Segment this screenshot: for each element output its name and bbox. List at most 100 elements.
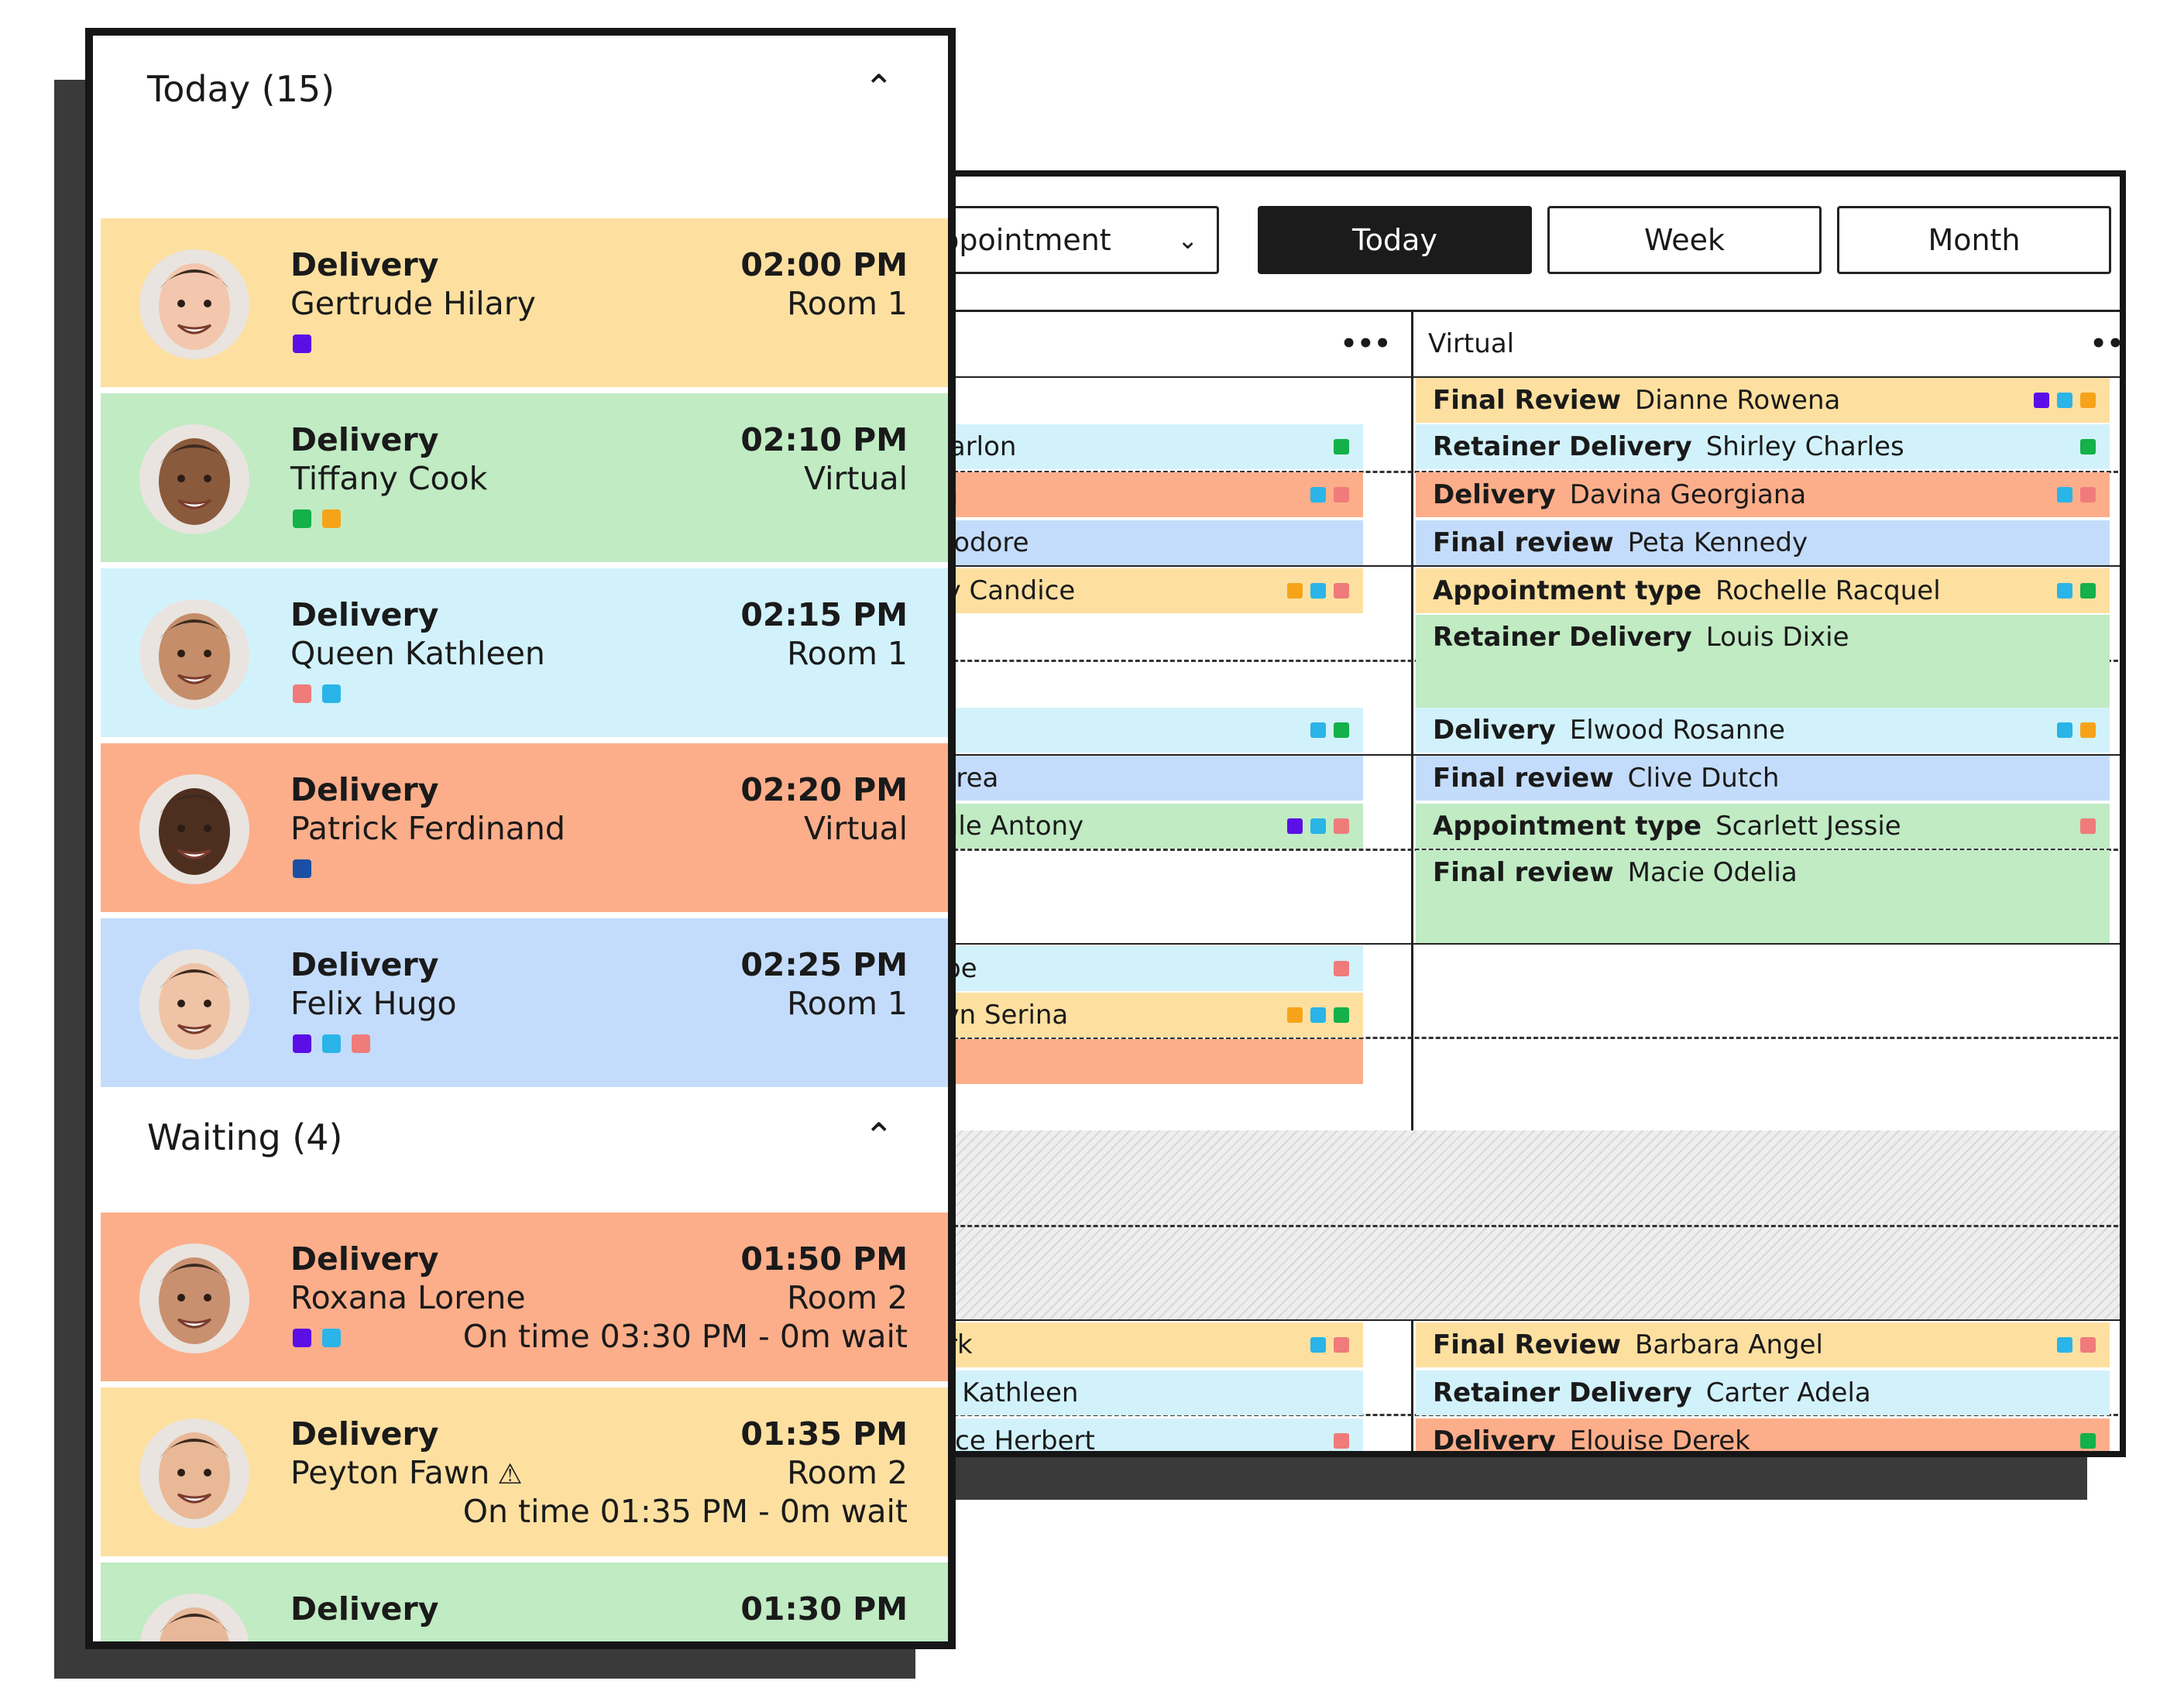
chevron-up-icon[interactable]: ⌃ [864,67,894,108]
avatar [139,1593,249,1641]
slot-line [905,1225,2120,1227]
event-client: Dianne Rowena [1635,385,1841,416]
client-name: Patrick Ferdinand [290,810,565,847]
appointment-time: 02:15 PM [740,596,908,633]
event-client: Macie Odelia [1627,857,1798,888]
event-type: Delivery [1433,715,1556,746]
calendar-event[interactable]: Clark [905,1322,1363,1367]
column-header-left: ••• [905,313,1408,375]
appointment-card[interactable]: Delivery 01:30 PM [101,1562,948,1641]
calendar-event[interactable]: een Kathleen [905,1370,1363,1415]
appointment-card[interactable]: Delivery Felix Hugo 02:25 PM Room 1 [101,918,948,1087]
appointment-card[interactable]: Delivery Patrick Ferdinand 02:20 PM Virtual [101,743,948,912]
calendar-event[interactable]: rren [905,472,1363,517]
event-client: Louis Dixie [1705,622,1849,653]
calendar-event[interactable]: s Marlon [905,424,1363,469]
calendar-event[interactable]: renice Herbert [905,1418,1363,1451]
calendar-event[interactable]: elville Antony [905,804,1363,849]
appointment-type: Delivery [290,1240,439,1278]
tag-dots [1310,487,1349,502]
appointment-time: 01:30 PM [740,1590,908,1628]
appointment-card[interactable]: Delivery Tiffany Cook 02:10 PM Virtual [101,393,948,562]
appointment-type: Delivery [290,421,439,458]
tag-dot-green [2080,439,2096,454]
tag-dot-green [2080,583,2096,599]
more-icon[interactable]: ••• [2090,313,2120,375]
month-button[interactable]: Month [1837,206,2111,274]
appointment-card[interactable]: Delivery Queen Kathleen 02:15 PM Room 1 [101,568,948,737]
column-title: Virtual [1428,328,1515,359]
calendar-event[interactable]: e [905,1039,1363,1084]
tag-dots [1334,1433,1349,1449]
calendar-event[interactable]: velyn Serina [905,993,1363,1038]
calendar-event[interactable]: Delivery Davina Georgiana [1416,472,2110,517]
calendar-event[interactable]: Delivery Elouise Derek [1416,1418,2110,1451]
appointment-time: 01:50 PM [740,1240,908,1278]
calendar-event[interactable]: Delivery Elwood Rosanne [1416,708,2110,753]
appointment-type: Delivery [290,246,439,283]
client-name: Peyton Fawn ⚠ [290,1454,523,1491]
chevron-up-icon[interactable]: ⌃ [864,1115,894,1157]
calendar-event[interactable]: Final review Peta Kennedy [1416,520,2110,565]
tag-dot-pink [1334,961,1349,976]
avatar [139,599,249,709]
event-type: Final Review [1433,385,1622,416]
avatar [139,1418,249,1528]
calendar-event[interactable]: Theodore [905,520,1363,565]
calendar-event[interactable]: Retainer Delivery Shirley Charles [1416,424,2110,469]
today-section-header[interactable]: Today (15) ⌃ [93,36,948,136]
tag-dot-pink [1334,487,1349,502]
tag-dot-pink [1334,818,1349,834]
column-header-virtual: Virtual ••• [1428,313,2120,375]
appointment-card[interactable]: Delivery Gertrude Hilary 02:00 PM Room 1 [101,218,948,387]
calendar-event[interactable]: Retainer Delivery Carter Adela [1416,1370,2110,1415]
calendar-event[interactable]: Appointment type Rochelle Racquel [1416,568,2110,613]
event-type: Final review [1433,527,1614,558]
tag-dot-pink [2080,1337,2096,1353]
tag-dots [1334,961,1349,976]
tag-dot-navy [293,859,311,878]
tag-dot-cyan [322,1034,341,1053]
calendar-event[interactable]: Final Review Dianne Rowena [1416,378,2110,423]
tag-dot-pink [1334,583,1349,599]
tag-dots [293,334,311,353]
event-type: Appointment type [1433,575,1702,606]
appointment-time: 02:00 PM [740,246,908,283]
calendar-event[interactable]: elope [905,946,1363,991]
today-button[interactable]: Today [1258,206,1532,274]
event-type: Final review [1433,857,1614,888]
more-icon[interactable]: ••• [1341,313,1391,375]
appointment-location: Room 1 [787,635,908,672]
calendar-event[interactable]: Retainer Delivery Louis Dixie [1416,615,2110,708]
tag-dot-purple [293,1034,311,1053]
hour-line [905,1319,2120,1321]
week-button[interactable]: Week [1547,206,1822,274]
tag-dots [1310,722,1349,738]
tag-dots [2057,583,2096,599]
hour-line [905,565,2120,567]
appointment-type: Delivery [290,1590,439,1628]
tag-dot-orange [1287,1007,1303,1023]
wait-status: On time 01:35 PM - 0m wait [462,1493,908,1530]
calendar-event[interactable]: Final Review Barbara Angel [1416,1322,2110,1367]
calendar-event[interactable]: usty Candice [905,568,1363,613]
event-client: Rochelle Racquel [1715,575,1941,606]
avatar [139,249,249,359]
calendar-event[interactable]: Appointment type Scarlett Jessie [1416,804,2110,849]
tag-dots [2080,439,2096,454]
tag-dot-cyan [1310,487,1326,502]
waiting-section-header[interactable]: Waiting (4) ⌃ [93,1084,948,1185]
appointment-card[interactable]: Delivery Peyton Fawn ⚠ 01:35 PM Room 2 On tim… [101,1387,948,1556]
calendar-event[interactable]: n [905,708,1363,753]
appointment-time: 01:35 PM [740,1415,908,1453]
appointment-location: Room 2 [787,1454,908,1491]
appointment-card[interactable]: Delivery Roxana Lorene 01:50 PM Room 2 On ti… [101,1213,948,1381]
calendar-event[interactable]: Final review Macie Odelia [1416,850,2110,943]
hour-line [905,943,2120,945]
tag-dot-cyan [1310,1337,1326,1353]
calendar-event[interactable]: Final review Clive Dutch [1416,756,2110,801]
client-name-text: Gertrude Hilary [290,285,536,322]
event-type: Final review [1433,763,1614,794]
event-client: Shirley Charles [1705,431,1904,462]
calendar-event[interactable]: Andrea [905,756,1363,801]
